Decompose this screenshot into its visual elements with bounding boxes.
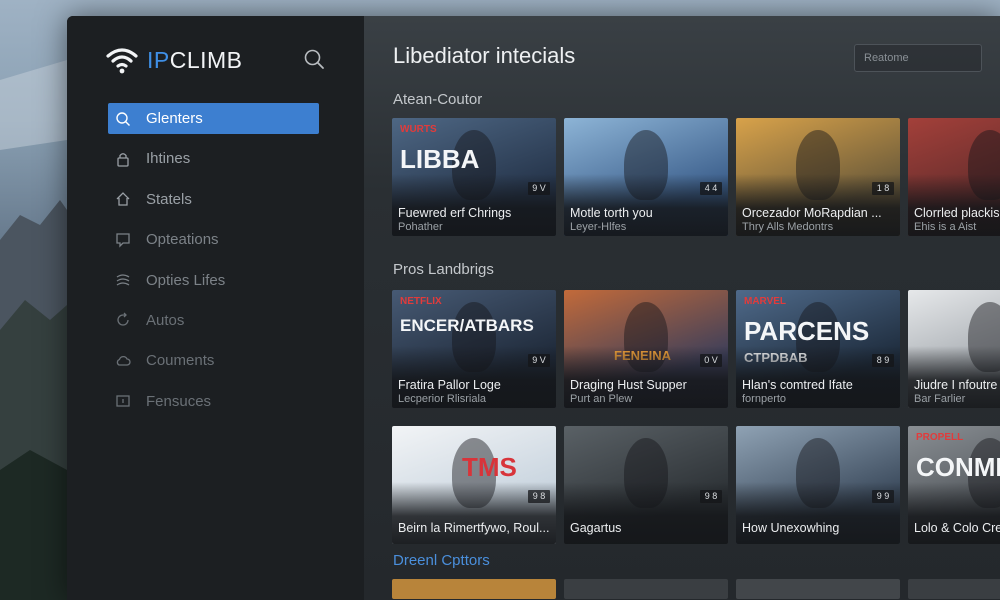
card-subtitle: Pohather	[398, 221, 443, 233]
card-subtitle: Thry Alls Medontrs	[742, 221, 834, 233]
card-subtitle: Bar Farlier	[914, 393, 966, 405]
card-row: TMS 9 8 Beirn la Rimertfywo, Roul... 9 8 Gag…	[392, 426, 1000, 544]
media-card[interactable]: 1 8 Orcezador MoRapdian ... Thry Alls Medo…	[736, 118, 900, 236]
wifi-logo-icon	[106, 48, 138, 74]
media-card[interactable]	[908, 579, 1000, 599]
media-card[interactable]	[564, 579, 728, 599]
poster-title-text: ENCER/ATBARS	[400, 316, 534, 335]
sidebar-item-fensuces[interactable]: Fensuces	[108, 386, 319, 417]
sidebar-item-statels[interactable]: Statels	[108, 184, 319, 215]
media-card[interactable]: 9 9 How Unexowhing	[736, 426, 900, 544]
sidebar-search-button[interactable]	[303, 48, 325, 70]
poster-brand-text: MARVEL	[744, 296, 787, 307]
media-card[interactable]: MARVELPARCENSCTPDBAB8 9Hlan's comtred If…	[736, 290, 900, 408]
refresh-icon	[117, 312, 129, 327]
poster-title-text: PARCENS	[744, 316, 870, 346]
sidebar-item-label: Fensuces	[146, 392, 212, 410]
sidebar-item-ihtines[interactable]: Ihtines	[108, 143, 319, 174]
sidebar-item-couments[interactable]: Couments	[108, 345, 319, 376]
media-card[interactable]: FENEINA0 VDraging Hust SupperPurt an Ple…	[564, 290, 728, 408]
card-title: Lolo & Colo Crea	[914, 521, 1000, 535]
sidebar-item-label: Ihtines	[146, 150, 191, 168]
card-title: Draging Hust Supper	[570, 378, 687, 392]
poster-title-text: LIBBA	[400, 144, 480, 174]
cloud-icon	[116, 355, 131, 366]
rating-badge: 0 V	[700, 354, 722, 367]
rating-badge: 9 9	[872, 490, 894, 503]
home-icon	[116, 192, 130, 206]
rating-badge: 9 8	[700, 490, 722, 503]
monitor-icon	[116, 395, 130, 407]
media-card[interactable]: 9 8 Gagartus	[564, 426, 728, 544]
search-input[interactable]: Reatome	[854, 44, 982, 72]
lock-icon	[117, 152, 129, 167]
card-row-partial	[392, 579, 1000, 599]
sidebar-item-glenters[interactable]: Glenters	[108, 103, 319, 134]
speech-bubble-icon	[116, 233, 130, 248]
media-card[interactable]: Clorrled plackis Ehis is a Aist	[908, 118, 1000, 236]
sidebar-item-label: Autos	[146, 311, 185, 329]
sidebar-item-label: Couments	[146, 352, 215, 370]
page-title: Libediator intecials	[393, 43, 576, 68]
rating-badge: 4 4	[700, 182, 722, 195]
sidebar-item-opties-lifes[interactable]: Opties Lifes	[108, 265, 319, 296]
media-card[interactable]: WURTS LIBBA 9 V Fuewred erf Chrings Pohather	[392, 118, 556, 236]
media-card[interactable]: Jiudre I nfoutre Bar Farlier	[908, 290, 1000, 408]
card-title: Beirn la Rimertfywo, Roul...	[398, 521, 550, 535]
main-content: Libediator intecials Reatome Atean-Couto…	[364, 16, 1000, 600]
app-window: IPCLIMB Glenters Ihtines Statels Opteati…	[67, 16, 1000, 600]
sidebar-item-label: Opteations	[146, 231, 219, 249]
card-subtitle: Purt an Plew	[570, 393, 633, 405]
media-card[interactable]	[392, 579, 556, 599]
poster-title-text: TMS	[462, 452, 517, 482]
rating-badge: 9 V	[528, 354, 550, 367]
media-card[interactable]: PROPELL CONMEIA Lolo & Colo Crea	[908, 426, 1000, 544]
sidebar-item-autos[interactable]: Autos	[108, 305, 319, 336]
card-title: Fratira Pallor Loge	[398, 378, 501, 392]
card-title: Gagartus	[570, 521, 622, 535]
section-title: Dreenl Cpttors	[393, 552, 490, 569]
search-icon	[304, 49, 324, 69]
card-subtitle: Lecperior Rlisriala	[398, 393, 487, 405]
sidebar-item-label: Statels	[146, 190, 192, 208]
card-row: WURTS LIBBA 9 V Fuewred erf Chrings Pohather…	[392, 118, 1000, 236]
card-title: Fuewred erf Chrings	[398, 206, 512, 220]
poster-brand-text: WURTS	[400, 124, 437, 135]
poster-brand-text: NETFLIX	[400, 296, 442, 307]
card-title: Orcezador MoRapdian ...	[742, 206, 882, 220]
card-subtitle: fornperto	[742, 393, 787, 405]
rating-badge: 1 8	[872, 182, 894, 195]
app-name: IPCLIMB	[147, 47, 243, 74]
app-name-prefix: IP	[147, 46, 170, 73]
media-card[interactable]: 4 4 Motle torth you Leyer-Hlfes	[564, 118, 728, 236]
card-subtitle: Ehis is a Aist	[914, 221, 977, 233]
search-icon	[116, 111, 130, 126]
sidebar-item-label: Opties Lifes	[146, 271, 226, 289]
card-title: Hlan's comtred Ifate	[742, 378, 853, 392]
poster-brand-text: PROPELL	[916, 432, 964, 443]
card-title: Jiudre I nfoutre	[914, 378, 998, 392]
sidebar: IPCLIMB Glenters Ihtines Statels Opteati…	[67, 16, 364, 600]
media-card[interactable]: NETFLIX ENCER/ATBARS 9 V Fratira Pallor Log…	[392, 290, 556, 408]
media-card[interactable]	[736, 579, 900, 599]
app-logo[interactable]: IPCLIMB	[105, 46, 243, 74]
sidebar-nav: Glenters Ihtines Statels Opteations Opti…	[108, 103, 319, 426]
layers-icon	[116, 274, 130, 286]
card-subtitle: Leyer-Hlfes	[570, 221, 627, 233]
rating-badge: 9 V	[528, 182, 550, 195]
rating-badge: 9 8	[528, 490, 550, 503]
section-title: Atean-Coutor	[393, 91, 483, 108]
card-title: Clorrled plackis	[914, 206, 1000, 220]
media-card[interactable]: TMS 9 8 Beirn la Rimertfywo, Roul...	[392, 426, 556, 544]
card-title: Motle torth you	[570, 206, 653, 220]
section-title: Pros Landbrigs	[393, 261, 494, 278]
rating-badge: 8 9	[872, 354, 894, 367]
sidebar-item-opteations[interactable]: Opteations	[108, 224, 319, 255]
card-title: How Unexowhing	[742, 521, 840, 535]
app-name-suffix: CLIMB	[169, 46, 243, 73]
card-row: NETFLIX ENCER/ATBARS 9 V Fratira Pallor Log…	[392, 290, 1000, 408]
poster-title-text: CONMEIA	[916, 452, 1000, 482]
sidebar-item-label: Glenters	[146, 110, 203, 127]
